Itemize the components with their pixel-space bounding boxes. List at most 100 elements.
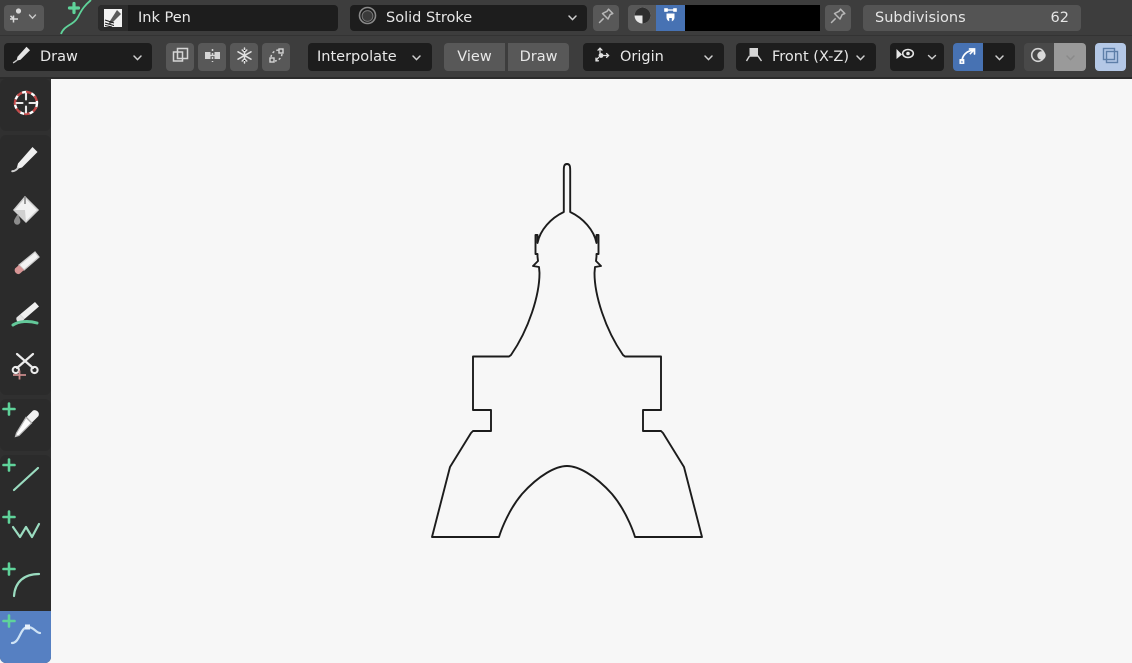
tool-polyline[interactable] — [0, 507, 51, 559]
color-controls — [628, 4, 820, 31]
tool-eyedropper[interactable] — [0, 399, 51, 451]
viewport-right-controls — [890, 43, 1126, 71]
view-button-label: View — [457, 49, 492, 65]
tool-arc[interactable] — [0, 559, 51, 611]
viewport-canvas[interactable] — [51, 79, 1132, 646]
pencil-draw-icon — [9, 142, 43, 180]
view-button[interactable]: View — [444, 43, 505, 71]
proportional-editing-icon — [1030, 46, 1049, 69]
eraser-icon — [9, 246, 43, 284]
color-pin-button[interactable] — [825, 4, 851, 31]
snap-toggle-button[interactable] — [953, 43, 983, 71]
chevron-down-icon — [410, 51, 423, 64]
tool-cutter[interactable] — [0, 343, 51, 395]
stroke-placement-surface-icon — [171, 46, 190, 69]
overlays-icon — [1101, 46, 1120, 69]
blender-window: Ink Pen Solid Stroke Subdivisions 62 Dra… — [0, 0, 1132, 663]
3d-cursor-icon — [9, 86, 43, 124]
mirror-icon — [203, 46, 222, 69]
tool-draw[interactable] — [0, 135, 51, 187]
brush-datablock-menu[interactable] — [4, 4, 44, 31]
material-name-label: Solid Stroke — [386, 9, 473, 26]
mirror-button[interactable] — [198, 43, 226, 71]
tool-group-cursor — [0, 79, 51, 131]
placement-toggles — [166, 43, 290, 71]
proportional-editing-group — [1024, 43, 1086, 71]
subdivisions-label: Subdivisions — [875, 9, 966, 26]
paint-bucket-fill-icon — [9, 194, 43, 232]
eiffel-tower-final — [51, 79, 1132, 646]
tool-shelf — [0, 79, 51, 663]
chevron-down-icon — [702, 51, 715, 64]
vertex-stroke-color-icon — [661, 6, 680, 29]
drawing-plane-menu[interactable]: Front (X-Z) — [736, 43, 876, 71]
freeze-button[interactable] — [230, 43, 258, 71]
stroke-origin-label: Origin — [620, 49, 664, 65]
add-plus-icon — [2, 562, 16, 576]
axis-plane-icon — [745, 45, 765, 69]
chevron-down-icon — [566, 11, 579, 24]
draw-button-label: Draw — [519, 49, 558, 65]
add-brush-button[interactable] — [62, 0, 98, 35]
snap-magnet-icon — [958, 46, 978, 69]
material-selector[interactable]: Solid Stroke — [350, 4, 587, 31]
tool-line[interactable] — [0, 455, 51, 507]
pin-icon — [829, 7, 847, 29]
add-plus-icon — [2, 458, 16, 472]
chevron-down-icon — [1064, 51, 1077, 64]
subdivisions-value: 62 — [1050, 9, 1069, 26]
brush-name-field[interactable]: Ink Pen — [98, 4, 338, 31]
mode-label: Draw — [40, 49, 78, 65]
tint-brush-icon — [9, 298, 43, 336]
mode-selector[interactable]: Draw — [4, 43, 152, 71]
visibility-eye-icon — [895, 47, 915, 68]
tool-group-primitives — [0, 455, 51, 663]
scissors-cutter-icon — [9, 350, 43, 388]
tool-settings-header: Ink Pen Solid Stroke Subdivisions 62 — [0, 0, 1132, 35]
material-preview-sphere-icon — [633, 6, 652, 29]
snapping-options-menu[interactable] — [983, 43, 1015, 71]
view-draw-group: View Draw — [444, 43, 569, 71]
interpolate-menu[interactable]: Interpolate — [308, 43, 432, 71]
tool-group-paint — [0, 135, 51, 395]
tool-curve[interactable] — [0, 611, 51, 663]
tool-cursor[interactable] — [0, 79, 51, 131]
tool-fill[interactable] — [0, 187, 51, 239]
add-plus-icon — [2, 614, 16, 628]
material-sphere-icon — [358, 6, 377, 29]
tool-erase[interactable] — [0, 239, 51, 291]
chevron-down-icon — [926, 51, 939, 64]
draw-pencil-icon — [12, 45, 32, 69]
draw-button[interactable]: Draw — [508, 43, 569, 71]
add-plus-icon — [2, 510, 16, 524]
subdivisions-slider[interactable]: Subdivisions 62 — [863, 4, 1081, 31]
freeze-snowflake-icon — [235, 46, 254, 69]
interpolate-label: Interpolate — [317, 49, 397, 65]
stroke-origin-icon — [592, 45, 612, 69]
overlays-button[interactable] — [1095, 43, 1126, 71]
snapping-group — [953, 43, 1015, 71]
chevron-down-icon — [131, 51, 144, 64]
transform-dashed-box-icon — [267, 46, 286, 69]
chevron-down-icon — [854, 51, 867, 64]
proportional-editing-button[interactable] — [1024, 43, 1054, 71]
tool-tint[interactable] — [0, 291, 51, 343]
stroke-color-swatch[interactable] — [685, 4, 820, 31]
stroke-origin-menu[interactable]: Origin — [583, 43, 724, 71]
ink-pen-brush-icon — [98, 4, 128, 31]
material-preview-button[interactable] — [628, 4, 656, 31]
visibility-selectability-menu[interactable] — [890, 43, 944, 71]
chevron-down-icon — [993, 51, 1006, 64]
viewport-header: Draw Interpolate View Draw Origin Front … — [0, 35, 1132, 78]
vertex-color-button[interactable] — [656, 4, 685, 31]
brush-datablock-icon — [8, 7, 25, 28]
add-plus-icon — [2, 402, 16, 416]
chevron-down-icon — [27, 11, 40, 24]
transform-box-button[interactable] — [262, 43, 290, 71]
stroke-placement-surface-button[interactable] — [166, 43, 194, 71]
tool-group-sample — [0, 399, 51, 451]
brush-name-label: Ink Pen — [138, 9, 191, 26]
proportional-falloff-menu[interactable] — [1054, 43, 1086, 71]
drawing-plane-label: Front (X-Z) — [772, 49, 849, 65]
material-pin-button[interactable] — [593, 4, 619, 31]
